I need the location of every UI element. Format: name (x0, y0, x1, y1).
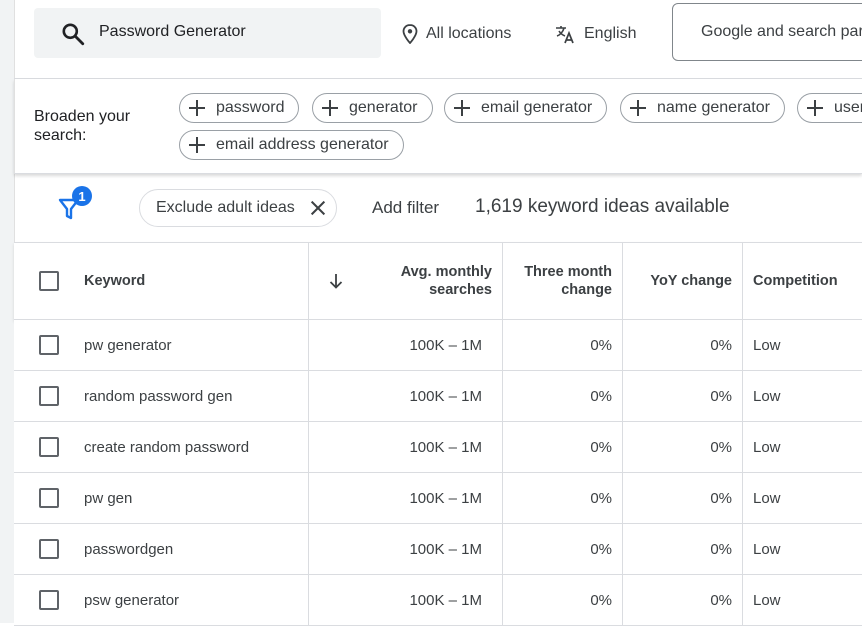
row-select-cell (14, 473, 84, 523)
language-selector[interactable]: English (554, 22, 636, 46)
side-panel-edge (0, 0, 15, 623)
column-header-keyword[interactable]: Keyword (84, 243, 308, 319)
location-label: All locations (426, 25, 512, 42)
table-row[interactable]: psw generator 100K – 1M 0% 0% Low (14, 575, 862, 626)
row-select-cell (14, 575, 84, 625)
translate-icon (556, 26, 574, 44)
search-toolbar: Password Generator All locations English… (14, 0, 862, 79)
keyword-cell: create random password (84, 438, 250, 456)
three-month-change-cell: 0% (502, 524, 622, 574)
filter-bar: 1 Exclude adult ideas Add filter 1,619 k… (14, 174, 862, 242)
arrow-down-icon (329, 274, 342, 289)
keyword-ideas-count: 1,619 keyword ideas available (475, 196, 730, 217)
chip-label: generator (349, 99, 418, 116)
avg-searches-cell: 100K – 1M (308, 422, 502, 472)
select-all-checkbox[interactable] (39, 271, 59, 291)
competition-cell: Low (742, 473, 862, 523)
exclude-chip-label: Exclude adult ideas (156, 199, 295, 216)
close-icon[interactable] (309, 199, 327, 217)
keyword-cell: passwordgen (84, 540, 174, 558)
competition-cell: Low (742, 371, 862, 421)
competition-cell: Low (742, 422, 862, 472)
table-row[interactable]: pw generator 100K – 1M 0% 0% Low (14, 320, 862, 371)
row-checkbox[interactable] (39, 590, 59, 610)
plus-icon (321, 99, 339, 117)
three-month-change-cell: 0% (502, 575, 622, 625)
yoy-change-cell: 0% (622, 371, 742, 421)
row-select-cell (14, 320, 84, 370)
yoy-change-cell: 0% (622, 473, 742, 523)
broaden-label: Broaden your search: (34, 108, 131, 144)
chip-label: email generator (481, 99, 593, 116)
search-value: Password Generator (99, 23, 246, 40)
table-row[interactable]: create random password 100K – 1M 0% 0% L… (14, 422, 862, 473)
three-month-change-cell: 0% (502, 320, 622, 370)
sort-cell[interactable] (308, 243, 362, 319)
column-header-competition[interactable]: Competition (742, 243, 862, 319)
keyword-cell: psw generator (84, 591, 180, 609)
keyword-ideas-table: Keyword Avg. monthly searches Three mont… (14, 242, 862, 626)
location-selector[interactable]: All locations (402, 22, 511, 46)
row-checkbox[interactable] (39, 437, 59, 457)
row-checkbox[interactable] (39, 386, 59, 406)
plus-icon (188, 136, 206, 154)
yoy-change-cell: 0% (622, 422, 742, 472)
chip-label: email address generator (216, 136, 389, 153)
avg-searches-cell: 100K – 1M (308, 320, 502, 370)
row-select-cell (14, 371, 84, 421)
broaden-chip-email-generator[interactable]: email generator (444, 93, 608, 123)
filter-count-badge: 1 (72, 186, 92, 206)
table-row[interactable]: passwordgen 100K – 1M 0% 0% Low (14, 524, 862, 575)
keyword-cell: random password gen (84, 387, 233, 405)
exclude-adult-ideas-chip[interactable]: Exclude adult ideas (139, 189, 337, 227)
network-label: Google and search partners (701, 23, 862, 40)
yoy-change-cell: 0% (622, 524, 742, 574)
column-header-three-month-change[interactable]: Three month change (502, 243, 622, 319)
competition-cell: Low (742, 575, 862, 625)
chip-label: user (834, 99, 862, 116)
broaden-chip-email-address-generator[interactable]: email address generator (179, 130, 404, 160)
yoy-change-cell: 0% (622, 575, 742, 625)
table-row[interactable]: pw gen 100K – 1M 0% 0% Low (14, 473, 862, 524)
plus-icon (629, 99, 647, 117)
keyword-cell: pw gen (84, 489, 133, 507)
broaden-chip-user[interactable]: user (797, 93, 862, 123)
row-checkbox[interactable] (39, 539, 59, 559)
competition-cell: Low (742, 320, 862, 370)
language-label: English (584, 25, 637, 42)
column-header-yoy-change[interactable]: YoY change (622, 243, 742, 319)
column-header-avg-monthly-searches[interactable]: Avg. monthly searches (362, 243, 502, 319)
select-all-cell (14, 243, 84, 319)
add-filter-button[interactable]: Add filter (372, 198, 439, 218)
avg-searches-cell: 100K – 1M (308, 371, 502, 421)
search-icon (62, 23, 85, 46)
search-network-selector[interactable]: Google and search partners (672, 3, 862, 61)
chip-label: name generator (657, 99, 770, 116)
avg-searches-cell: 100K – 1M (308, 473, 502, 523)
three-month-change-cell: 0% (502, 422, 622, 472)
plus-icon (806, 99, 824, 117)
keyword-search-input[interactable]: Password Generator (34, 8, 381, 58)
yoy-change-cell: 0% (622, 320, 742, 370)
broaden-search-panel: Broaden your search: password generator … (14, 79, 862, 174)
plus-icon (188, 99, 206, 117)
row-select-cell (14, 524, 84, 574)
avg-searches-cell: 100K – 1M (308, 575, 502, 625)
broaden-chip-name-generator[interactable]: name generator (620, 93, 785, 123)
plus-icon (453, 99, 471, 117)
avg-searches-cell: 100K – 1M (308, 524, 502, 574)
row-select-cell (14, 422, 84, 472)
three-month-change-cell: 0% (502, 371, 622, 421)
chip-label: password (216, 99, 285, 116)
broaden-chip-password[interactable]: password (179, 93, 300, 123)
row-checkbox[interactable] (39, 488, 59, 508)
table-header-row: Keyword Avg. monthly searches Three mont… (14, 242, 862, 320)
table-row[interactable]: random password gen 100K – 1M 0% 0% Low (14, 371, 862, 422)
three-month-change-cell: 0% (502, 473, 622, 523)
location-pin-icon (402, 24, 418, 44)
keyword-cell: pw generator (84, 336, 172, 354)
competition-cell: Low (742, 524, 862, 574)
row-checkbox[interactable] (39, 335, 59, 355)
broaden-chip-generator[interactable]: generator (312, 93, 433, 123)
